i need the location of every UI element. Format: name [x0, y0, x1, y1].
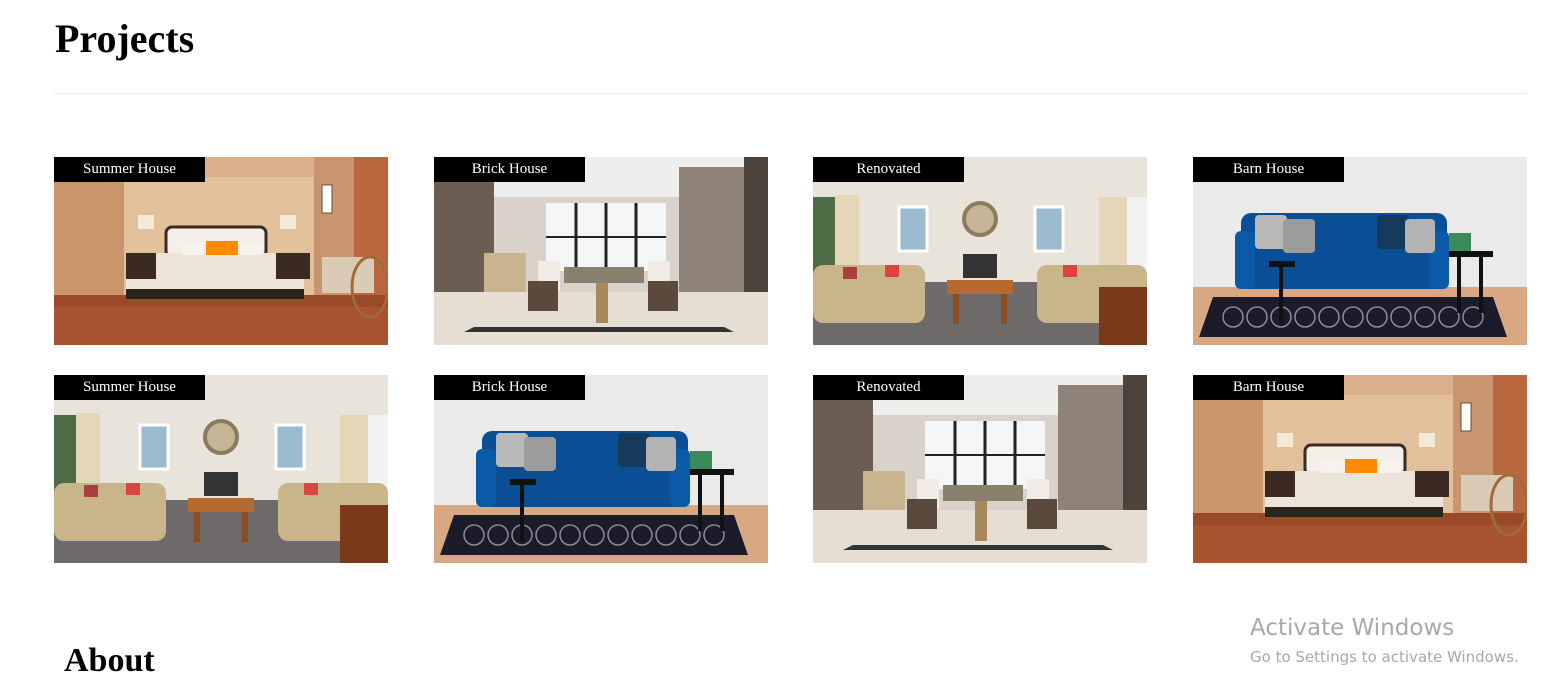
project-card-5[interactable]: Summer House: [54, 375, 388, 563]
project-card-4[interactable]: Barn House: [1193, 157, 1527, 345]
watermark-title: Activate Windows: [1250, 615, 1455, 641]
project-label: Brick House: [434, 157, 585, 182]
project-label: Renovated: [813, 375, 964, 400]
living-room-image: [54, 375, 388, 563]
activate-windows-watermark: Activate Windows Go to Settings to activ…: [1250, 612, 1519, 670]
project-label: Summer House: [54, 375, 205, 400]
blue-sofa-image: [434, 375, 768, 563]
project-label: Barn House: [1193, 157, 1344, 182]
project-card-6[interactable]: Brick House: [434, 375, 768, 563]
watermark-subtitle: Go to Settings to activate Windows.: [1250, 648, 1519, 666]
dining-room-image: [434, 157, 768, 345]
project-card-7[interactable]: Renovated: [813, 375, 1147, 563]
project-card-8[interactable]: Barn House: [1193, 375, 1527, 563]
projects-grid: Summer House Brick House Renovated Barn …: [0, 0, 1548, 693]
blue-sofa-image: [1193, 157, 1527, 345]
dining-room-image: [813, 375, 1147, 563]
project-card-1[interactable]: Summer House: [54, 157, 388, 345]
project-label: Brick House: [434, 375, 585, 400]
project-card-3[interactable]: Renovated: [813, 157, 1147, 345]
project-label: Renovated: [813, 157, 964, 182]
bedroom-image: [1193, 375, 1527, 563]
project-label: Barn House: [1193, 375, 1344, 400]
project-label: Summer House: [54, 157, 205, 182]
about-heading: About: [64, 642, 155, 679]
living-room-image: [813, 157, 1147, 345]
bedroom-image: [54, 157, 388, 345]
project-card-2[interactable]: Brick House: [434, 157, 768, 345]
